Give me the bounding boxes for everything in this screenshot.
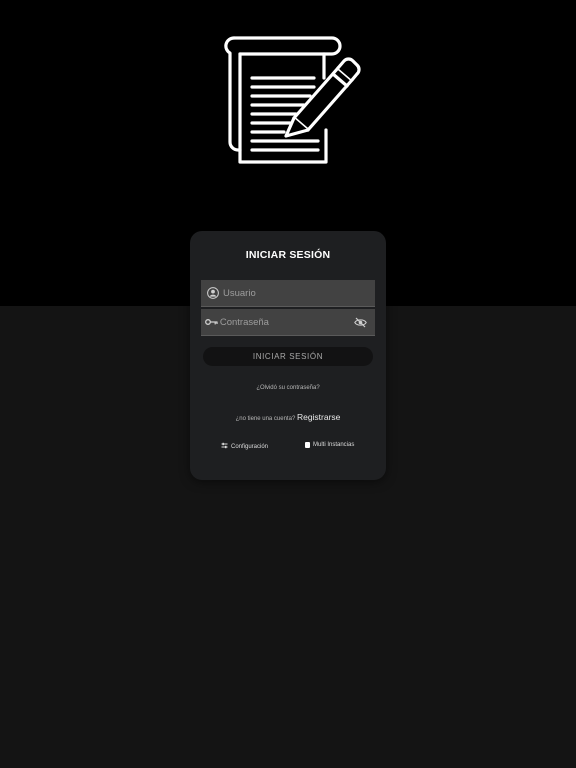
forgot-password-link[interactable]: ¿Olvidó su contraseña? xyxy=(190,385,386,391)
settings-label: Configuración xyxy=(231,443,269,450)
checkbox-icon[interactable] xyxy=(305,442,310,448)
key-icon xyxy=(204,309,219,336)
settings-icon xyxy=(221,442,228,451)
login-title: INICIAR SESIÓN xyxy=(245,249,331,261)
password-field[interactable] xyxy=(201,309,375,336)
register-line: ¿no tiene una cuenta? Registrarse xyxy=(190,412,386,422)
eye-off-icon[interactable] xyxy=(352,309,370,336)
login-button[interactable]: INICIAR SESIÓN xyxy=(203,347,373,366)
notepad-pencil-icon xyxy=(224,30,364,168)
no-account-text: ¿no tiene una cuenta? xyxy=(235,416,296,422)
password-input[interactable] xyxy=(218,309,352,335)
username-input[interactable] xyxy=(222,280,375,306)
username-field[interactable] xyxy=(201,280,375,307)
multi-instances-toggle[interactable]: Multi Instancias xyxy=(305,442,354,448)
login-card: INICIAR SESIÓN INICIAR SESIÓN xyxy=(190,231,386,480)
multi-instances-label: Multi Instancias xyxy=(313,442,355,448)
register-link[interactable]: Registrarse xyxy=(297,412,340,422)
user-icon xyxy=(204,280,222,307)
settings-button[interactable]: Configuración xyxy=(221,442,268,451)
